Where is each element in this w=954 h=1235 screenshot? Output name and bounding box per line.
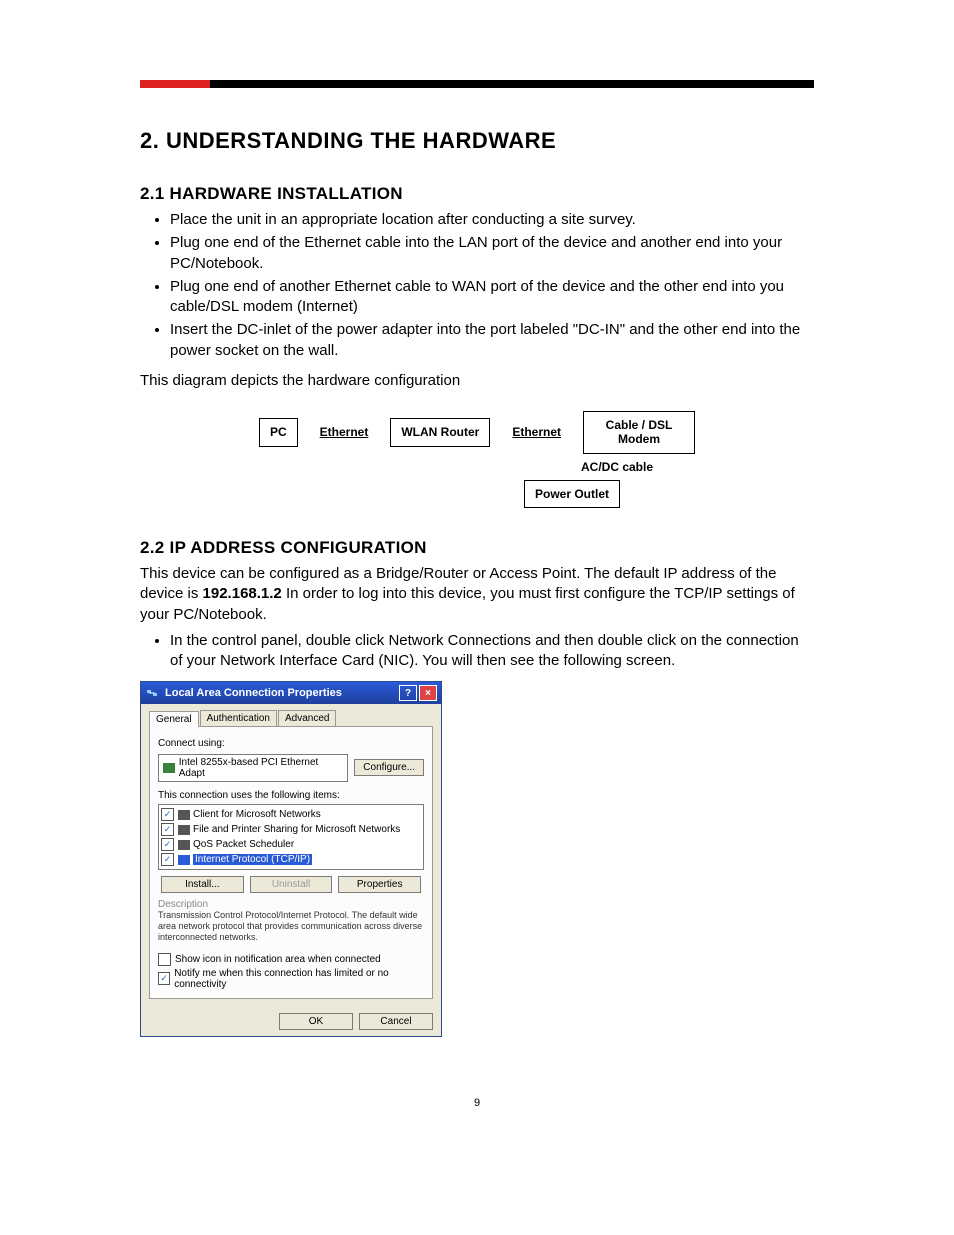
- list-item: In the control panel, double click Netwo…: [170, 631, 814, 672]
- list-item: Insert the DC-inlet of the power adapter…: [170, 320, 814, 361]
- diagram-label-acdc: AC/DC cable: [567, 460, 667, 474]
- items-list[interactable]: ✓Client for Microsoft Networks ✓File and…: [158, 804, 424, 870]
- hardware-diagram: PC Ethernet WLAN Router Ethernet Cable /…: [140, 411, 814, 508]
- properties-button[interactable]: Properties: [338, 876, 421, 893]
- configure-button[interactable]: Configure...: [354, 759, 424, 776]
- show-icon-checkbox[interactable]: [158, 953, 171, 966]
- dialog-title: Local Area Connection Properties: [163, 687, 397, 699]
- list-item: ✓Client for Microsoft Networks: [161, 807, 421, 822]
- tab-advanced[interactable]: Advanced: [278, 710, 336, 726]
- diagram-caption: This diagram depicts the hardware config…: [140, 371, 814, 391]
- list-item: ✓QoS Packet Scheduler: [161, 837, 421, 852]
- diagram-label-ethernet-1: Ethernet: [298, 425, 391, 439]
- section-2-heading: 2. UNDERSTANDING THE HARDWARE: [140, 128, 814, 154]
- checkbox-icon[interactable]: ✓: [161, 853, 174, 866]
- install-button[interactable]: Install...: [161, 876, 244, 893]
- cancel-button[interactable]: Cancel: [359, 1013, 433, 1030]
- notify-checkbox[interactable]: ✓: [158, 972, 170, 985]
- service-icon: [178, 810, 190, 820]
- items-label: This connection uses the following items…: [158, 790, 424, 801]
- tab-panel-general: Connect using: Intel 8255x-based PCI Eth…: [149, 727, 433, 998]
- description-label: Description: [158, 899, 424, 910]
- default-ip: 192.168.1.2: [203, 585, 282, 602]
- description-text: Transmission Control Protocol/Internet P…: [158, 910, 424, 942]
- dialog-titlebar[interactable]: Local Area Connection Properties ? ×: [141, 682, 441, 704]
- close-button[interactable]: ×: [419, 685, 437, 701]
- ip-config-steps: In the control panel, double click Netwo…: [140, 631, 814, 672]
- list-item: Place the unit in an appropriate locatio…: [170, 210, 814, 230]
- page-number: 9: [140, 1097, 814, 1109]
- checkbox-icon[interactable]: ✓: [161, 823, 174, 836]
- ok-button[interactable]: OK: [279, 1013, 353, 1030]
- connection-icon: [145, 686, 159, 700]
- diagram-box-pc: PC: [259, 418, 298, 446]
- diagram-label-ethernet-2: Ethernet: [490, 425, 583, 439]
- header-rule: [140, 80, 814, 88]
- diagram-box-wlan-router: WLAN Router: [390, 418, 490, 446]
- list-item: ✓Internet Protocol (TCP/IP): [161, 852, 421, 867]
- help-button[interactable]: ?: [399, 685, 417, 701]
- show-icon-label: Show icon in notification area when conn…: [175, 954, 381, 965]
- tab-strip: General Authentication Advanced: [149, 710, 433, 727]
- list-item: ✓File and Printer Sharing for Microsoft …: [161, 822, 421, 837]
- uninstall-button[interactable]: Uninstall: [250, 876, 333, 893]
- tab-authentication[interactable]: Authentication: [200, 710, 277, 726]
- protocol-icon: [178, 855, 190, 865]
- adapter-icon: [163, 763, 175, 773]
- section-2-1-heading: 2.1 HARDWARE INSTALLATION: [140, 184, 814, 204]
- service-icon: [178, 825, 190, 835]
- checkbox-icon[interactable]: ✓: [161, 838, 174, 851]
- service-icon: [178, 840, 190, 850]
- ip-config-paragraph: This device can be configured as a Bridg…: [140, 564, 814, 625]
- list-item: Plug one end of another Ethernet cable t…: [170, 277, 814, 318]
- adapter-field[interactable]: Intel 8255x-based PCI Ethernet Adapt: [158, 754, 348, 782]
- notify-label: Notify me when this connection has limit…: [174, 968, 424, 990]
- adapter-name: Intel 8255x-based PCI Ethernet Adapt: [179, 757, 344, 779]
- checkbox-icon[interactable]: ✓: [161, 808, 174, 821]
- tab-general[interactable]: General: [149, 711, 199, 727]
- diagram-box-power-outlet: Power Outlet: [524, 480, 620, 508]
- list-item: Plug one end of the Ethernet cable into …: [170, 233, 814, 274]
- diagram-box-modem: Cable / DSL Modem: [583, 411, 695, 454]
- windows-connection-properties-dialog: Local Area Connection Properties ? × Gen…: [140, 681, 442, 1036]
- connect-using-label: Connect using:: [158, 738, 424, 749]
- install-steps-list: Place the unit in an appropriate locatio…: [140, 210, 814, 361]
- show-icon-checkbox-row: Show icon in notification area when conn…: [158, 953, 424, 966]
- section-2-2-heading: 2.2 IP ADDRESS CONFIGURATION: [140, 538, 814, 558]
- notify-checkbox-row: ✓ Notify me when this connection has lim…: [158, 968, 424, 990]
